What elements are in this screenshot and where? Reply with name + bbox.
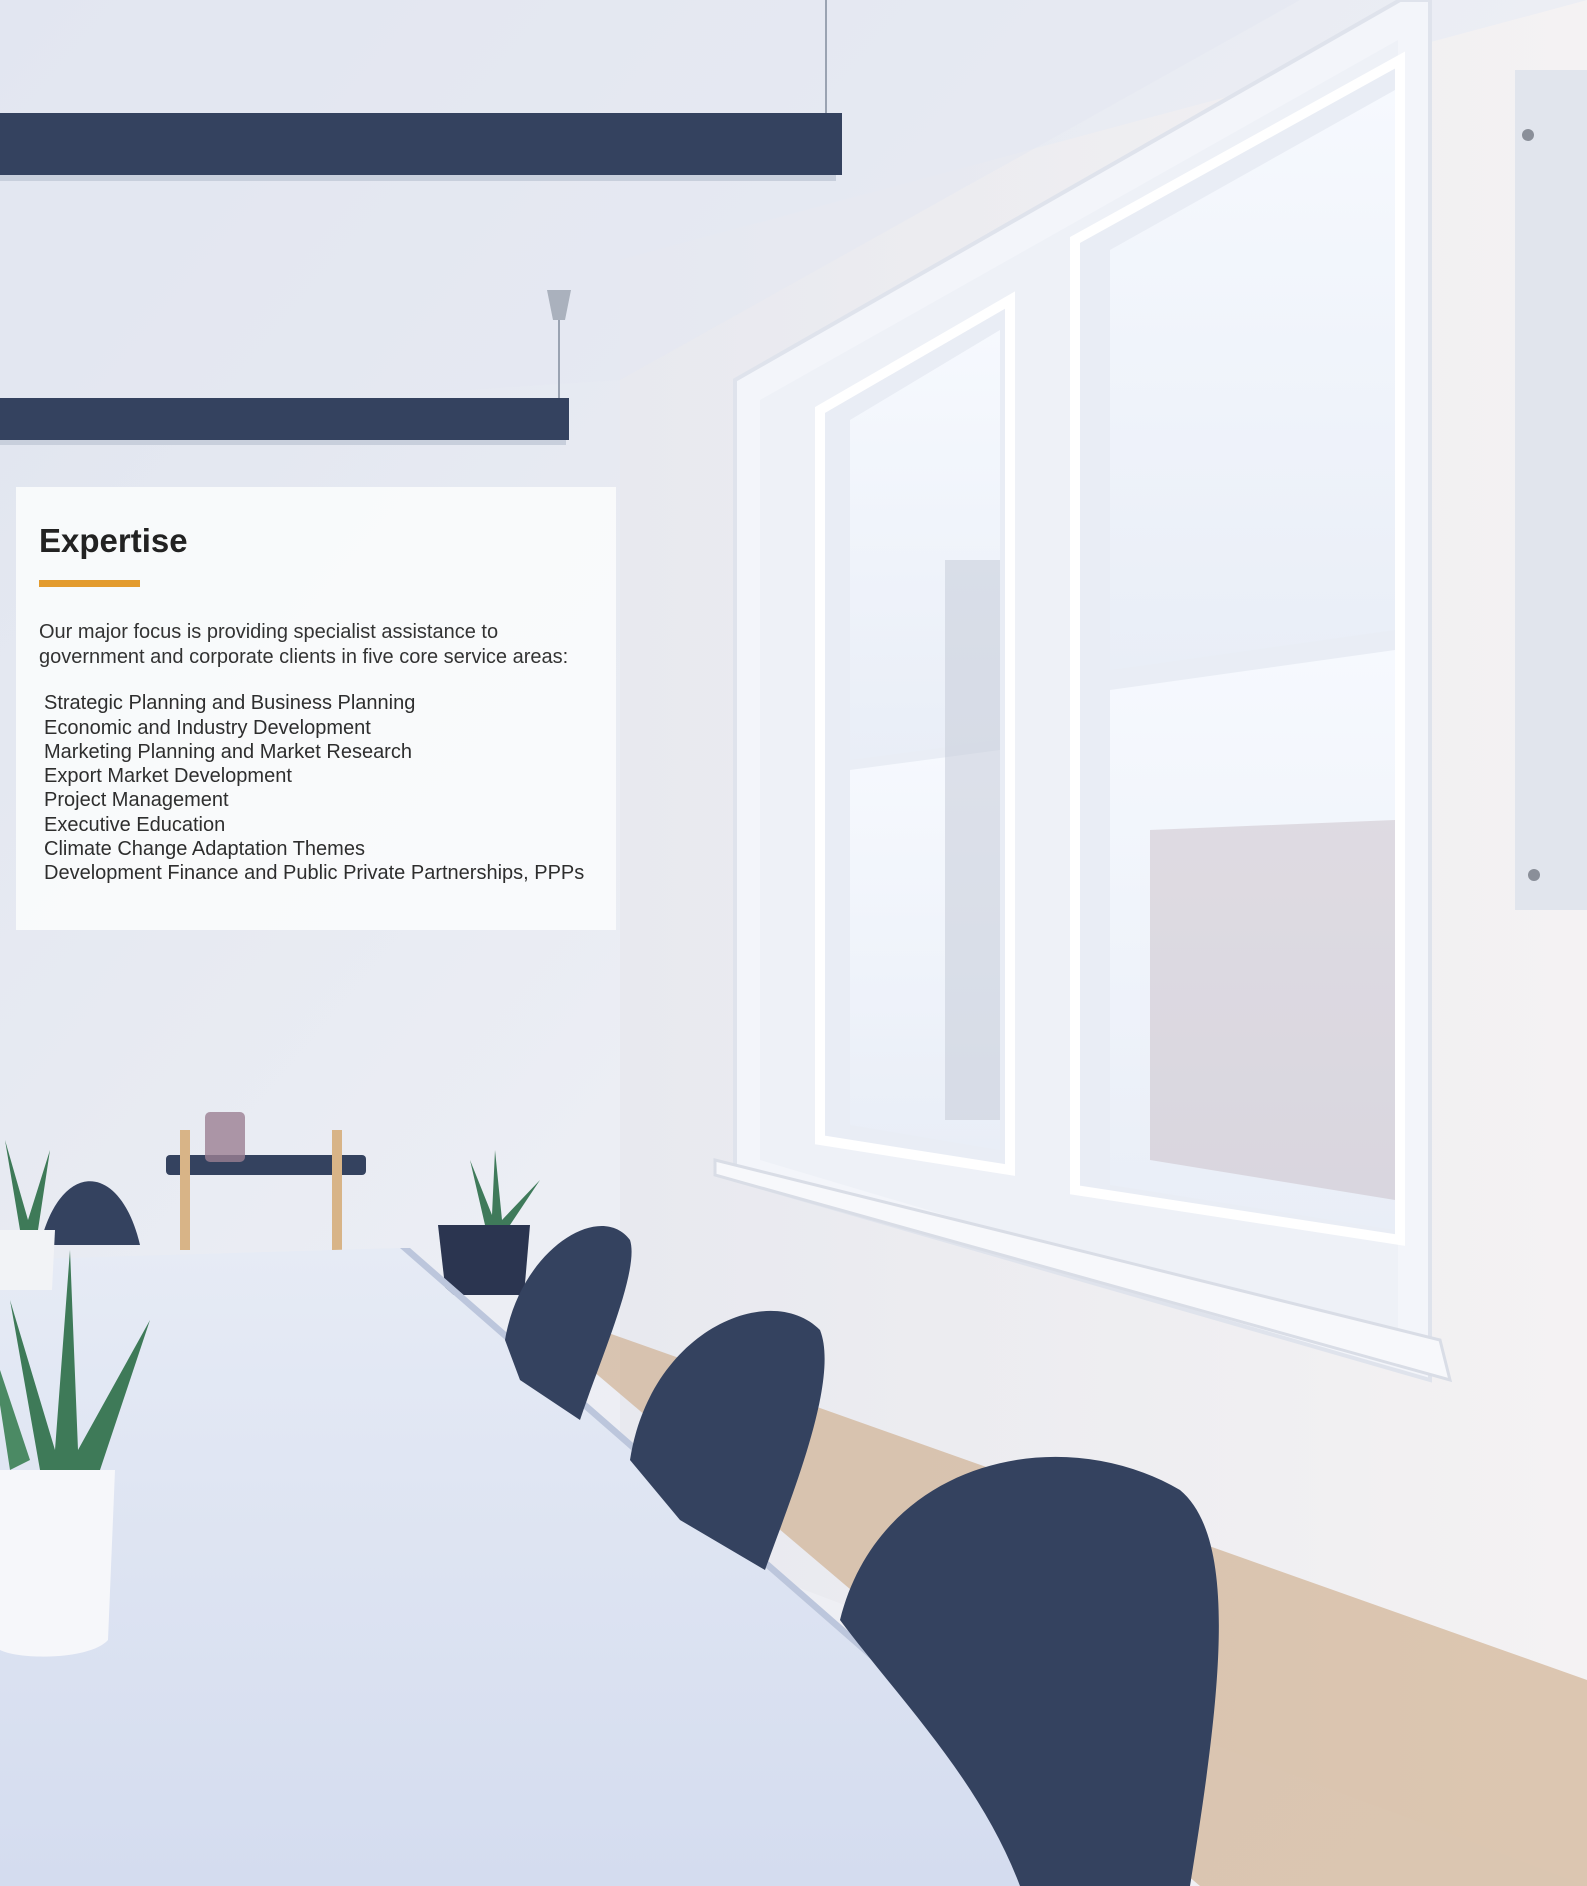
office-background-photo [0, 0, 1587, 1886]
service-item: Project Management [44, 789, 229, 812]
service-item: Strategic Planning and Business Planning [44, 692, 416, 715]
expertise-card: Expertise Our major focus is providing s… [16, 487, 616, 930]
service-item: Marketing Planning and Market Research [44, 740, 412, 763]
service-item: Economic and Industry Development [44, 716, 371, 739]
service-item: Climate Change Adaptation Themes [44, 838, 365, 861]
service-item: Export Market Development [44, 765, 292, 788]
service-item: Development Finance and Public Private P… [44, 862, 585, 885]
service-list: Strategic Planning and Business Planning… [39, 691, 592, 885]
card-title: Expertise [39, 522, 188, 559]
service-item: Executive Education [44, 813, 226, 836]
accent-divider [39, 580, 140, 588]
intro-text: Our major focus is providing specialist … [39, 621, 569, 669]
